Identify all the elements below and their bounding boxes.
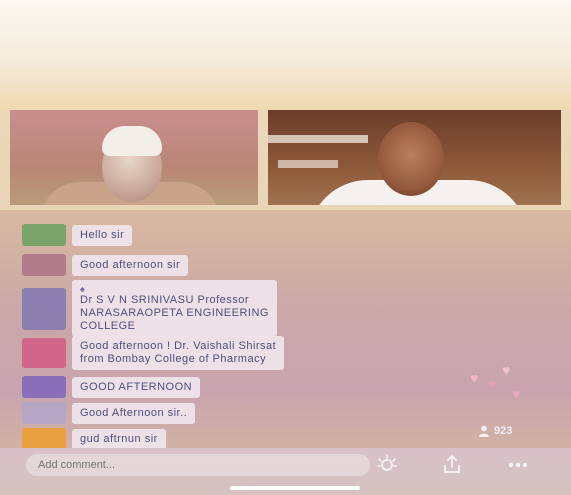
video-header-area xyxy=(0,0,571,110)
comment-item: Good Afternoon sir.. xyxy=(22,402,196,424)
comment-text: Good afternoon ! Dr. Vaishali Shirsat xyxy=(80,340,277,352)
comment-bubble: Good afternoon sir xyxy=(72,254,189,276)
comment-item: Good afternoon sir xyxy=(22,254,189,276)
comment-bubble: Hello sir xyxy=(72,224,133,246)
comment-item: GOOD AFTERNOON xyxy=(22,376,201,398)
comment-text: from Bombay College of Pharmacy xyxy=(80,353,267,365)
comment-text: NARASARAOPETA ENGINEERING xyxy=(80,307,269,319)
comment-bubble: Good Afternoon sir.. xyxy=(72,402,196,424)
viewer-count-value: 923 xyxy=(494,425,513,437)
share-icon[interactable] xyxy=(440,452,464,484)
heart-icon: ♥ xyxy=(470,370,479,386)
comment-bubble: GOOD AFTERNOON xyxy=(72,376,201,398)
comment-text: COLLEGE xyxy=(80,320,136,332)
live-chat-area: Hello sir Good afternoon sir ♠ Dr S V N … xyxy=(0,210,571,450)
heart-icon: ♥ xyxy=(488,376,497,392)
comment-text: Good afternoon sir xyxy=(80,258,181,271)
heart-icon: ♥ xyxy=(512,386,521,402)
commenter-avatar[interactable] xyxy=(22,287,66,330)
commenter-avatar[interactable] xyxy=(22,428,66,450)
commenter-avatar[interactable] xyxy=(22,376,66,398)
comment-text: Hello sir xyxy=(80,228,125,241)
viewer-count: 923 xyxy=(478,425,512,437)
guest-video-tile[interactable] xyxy=(268,110,561,205)
participant-face xyxy=(378,122,444,196)
bottom-toolbar xyxy=(0,448,571,495)
commenter-badge-icon: ♠ xyxy=(80,284,86,294)
video-row xyxy=(10,110,561,205)
host-video-tile[interactable] xyxy=(10,110,258,205)
more-icon[interactable] xyxy=(506,452,530,484)
comment-text: GOOD AFTERNOON xyxy=(80,380,193,393)
comment-bubble: Good afternoon ! Dr. Vaishali Shirsat fr… xyxy=(72,336,285,370)
comment-text: gud aftrnun sir xyxy=(80,432,158,445)
background-shelf xyxy=(268,135,368,143)
commenter-avatar[interactable] xyxy=(22,402,66,424)
comment-bubble: ♠ Dr S V N SRINIVASU Professor NARASARAO… xyxy=(72,280,277,337)
commenter-avatar[interactable] xyxy=(22,338,66,368)
heart-icon: ♥ xyxy=(502,362,511,378)
comment-text: Good Afternoon sir.. xyxy=(80,406,188,419)
commenter-avatar[interactable] xyxy=(22,224,66,246)
comment-item: ♠ Dr S V N SRINIVASU Professor NARASARAO… xyxy=(22,280,277,337)
participant-hair xyxy=(102,126,162,156)
comment-bubble: gud aftrnun sir xyxy=(72,428,166,450)
comment-item: Good afternoon ! Dr. Vaishali Shirsat fr… xyxy=(22,336,285,370)
reaction-hearts: ♥ ♥ ♥ ♥ xyxy=(462,360,542,410)
person-icon xyxy=(479,425,489,437)
comment-item: gud aftrnun sir xyxy=(22,428,166,450)
comment-item: Hello sir xyxy=(22,224,133,246)
commenter-avatar[interactable] xyxy=(22,254,66,276)
comment-text: Dr S V N SRINIVASU Professor xyxy=(80,294,250,306)
home-indicator xyxy=(230,486,360,490)
filter-sparkle-icon[interactable] xyxy=(375,452,399,484)
comment-input[interactable] xyxy=(26,454,370,476)
background-shelf xyxy=(278,160,338,168)
